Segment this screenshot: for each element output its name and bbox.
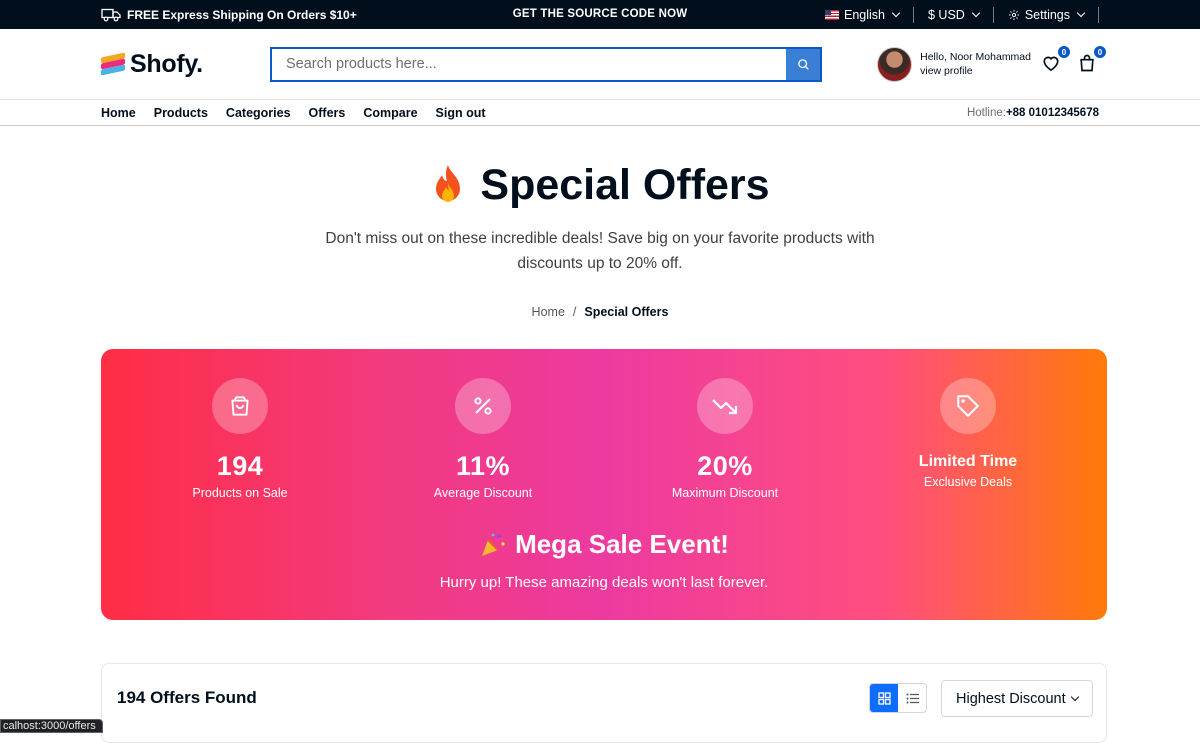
currency-selector[interactable]: $ USD (914, 6, 994, 23)
page-title-wrap: Special Offers (0, 159, 1200, 211)
page-hero: Special Offers Don't miss out on these i… (0, 126, 1200, 320)
language-label: English (844, 7, 885, 22)
greeting-text: Hello, Noor Mohammad (920, 51, 1031, 63)
currency-label: $ USD (928, 7, 965, 22)
offers-stats-banner: 194 Products on Sale 11% Average Discoun… (101, 349, 1107, 620)
chevron-down-icon (1070, 692, 1080, 702)
main-nav: Home Products Categories Offers Compare … (0, 100, 1200, 126)
shipping-text: FREE Express Shipping On Orders $10+ (127, 7, 357, 22)
us-flag-icon (825, 9, 839, 20)
breadcrumb-separator: / (572, 305, 577, 319)
breadcrumb-home[interactable]: Home (532, 305, 565, 319)
page-subtitle: Don't miss out on these incredible deals… (325, 230, 875, 272)
logo-text: Shofy. (130, 49, 203, 78)
stat-label: Average Discount (433, 486, 533, 500)
stat-maximum-discount: 20% Maximum Discount (625, 378, 825, 500)
sort-select[interactable]: Highest Discount (941, 680, 1093, 717)
chevron-down-icon (891, 8, 901, 18)
sort-selected-value: Highest Discount (956, 690, 1066, 707)
user-profile[interactable]: Hello, Noor Mohammad view profile (877, 46, 1031, 82)
stat-label: Products on Sale (192, 486, 288, 500)
nav-item-home[interactable]: Home (101, 106, 136, 120)
tag-icon (957, 395, 979, 417)
cart-button[interactable]: 0 (1077, 45, 1107, 75)
nav-item-compare[interactable]: Compare (363, 106, 417, 120)
logo[interactable]: Shofy. (101, 50, 270, 79)
trending-down-icon (712, 399, 738, 415)
stat-icon-circle (212, 378, 268, 434)
mega-sale-subtitle: Hurry up! These amazing deals won't last… (439, 574, 769, 591)
stat-icon-circle (455, 378, 511, 434)
main-header: Shofy. Hello, Noor Mohammad view profile… (0, 29, 1200, 100)
mega-sale-title: Mega Sale Event! (515, 529, 729, 559)
truck-icon (101, 8, 121, 21)
nav-item-sign-out[interactable]: Sign out (436, 106, 486, 120)
nav-item-categories[interactable]: Categories (226, 106, 291, 120)
stat-icon-circle (940, 378, 996, 434)
grid-icon (877, 691, 891, 705)
wishlist-button[interactable]: 0 (1041, 45, 1071, 75)
search-bar (270, 46, 822, 82)
stat-label: Exclusive Deals (923, 475, 1013, 489)
stat-value: 11% (455, 451, 511, 481)
hotline-number[interactable]: +88 01012345678 (1006, 107, 1099, 119)
stat-products-on-sale: 194 Products on Sale (140, 378, 340, 500)
stat-icon-circle (697, 378, 753, 434)
page-title: Special Offers (480, 160, 770, 209)
shipping-notice: FREE Express Shipping On Orders $10+ (101, 8, 357, 22)
grid-view-button[interactable] (870, 684, 898, 712)
search-icon (797, 58, 809, 70)
list-view-button[interactable] (898, 684, 926, 712)
cart-count-badge: 0 (1093, 45, 1107, 59)
avatar[interactable] (877, 46, 913, 82)
mega-sale-section: Mega Sale Event! Hurry up! These amazing… (101, 529, 1107, 591)
shopping-bag-icon (231, 396, 249, 416)
breadcrumb-current: Special Offers (584, 305, 669, 319)
hotline: Hotline:+88 01012345678 (967, 107, 1099, 119)
top-bar: FREE Express Shipping On Orders $10+ GET… (0, 0, 1200, 29)
nav-item-products[interactable]: Products (154, 106, 208, 120)
settings-label: Settings (1024, 7, 1070, 22)
view-profile-link[interactable]: view profile (920, 64, 1031, 78)
stat-value: Limited Time (918, 453, 1018, 470)
stat-average-discount: 11% Average Discount (383, 378, 583, 500)
logo-mark-icon (101, 52, 125, 76)
gear-icon (1008, 9, 1019, 20)
results-toolbar: 194 Offers Found Highest Discount (101, 663, 1107, 743)
view-toggle (869, 683, 927, 713)
search-button[interactable] (786, 48, 820, 80)
list-icon (906, 693, 919, 703)
nav-item-offers[interactable]: Offers (309, 106, 346, 120)
stat-label: Maximum Discount (671, 486, 779, 500)
mega-sale-title-wrap: Mega Sale Event! (101, 529, 1107, 560)
percent-icon (474, 397, 492, 415)
source-code-link[interactable]: GET THE SOURCE CODE NOW (513, 8, 688, 20)
stat-limited-time: Limited Time Exclusive Deals (868, 378, 1068, 489)
party-popper-icon (482, 533, 505, 556)
stat-value: 194 (216, 451, 264, 481)
chevron-down-icon (1076, 8, 1086, 18)
settings-selector[interactable]: Settings (994, 6, 1099, 23)
offers-count: 194 Offers Found (117, 688, 257, 707)
breadcrumb: Home / Special Offers (0, 305, 1200, 319)
hotline-label: Hotline: (966, 106, 1006, 119)
search-input[interactable] (272, 48, 786, 80)
language-selector[interactable]: English (811, 6, 914, 23)
wishlist-count-badge: 0 (1057, 45, 1071, 59)
stat-value: 20% (697, 451, 753, 481)
fire-icon (436, 165, 461, 202)
chevron-down-icon (971, 8, 981, 18)
